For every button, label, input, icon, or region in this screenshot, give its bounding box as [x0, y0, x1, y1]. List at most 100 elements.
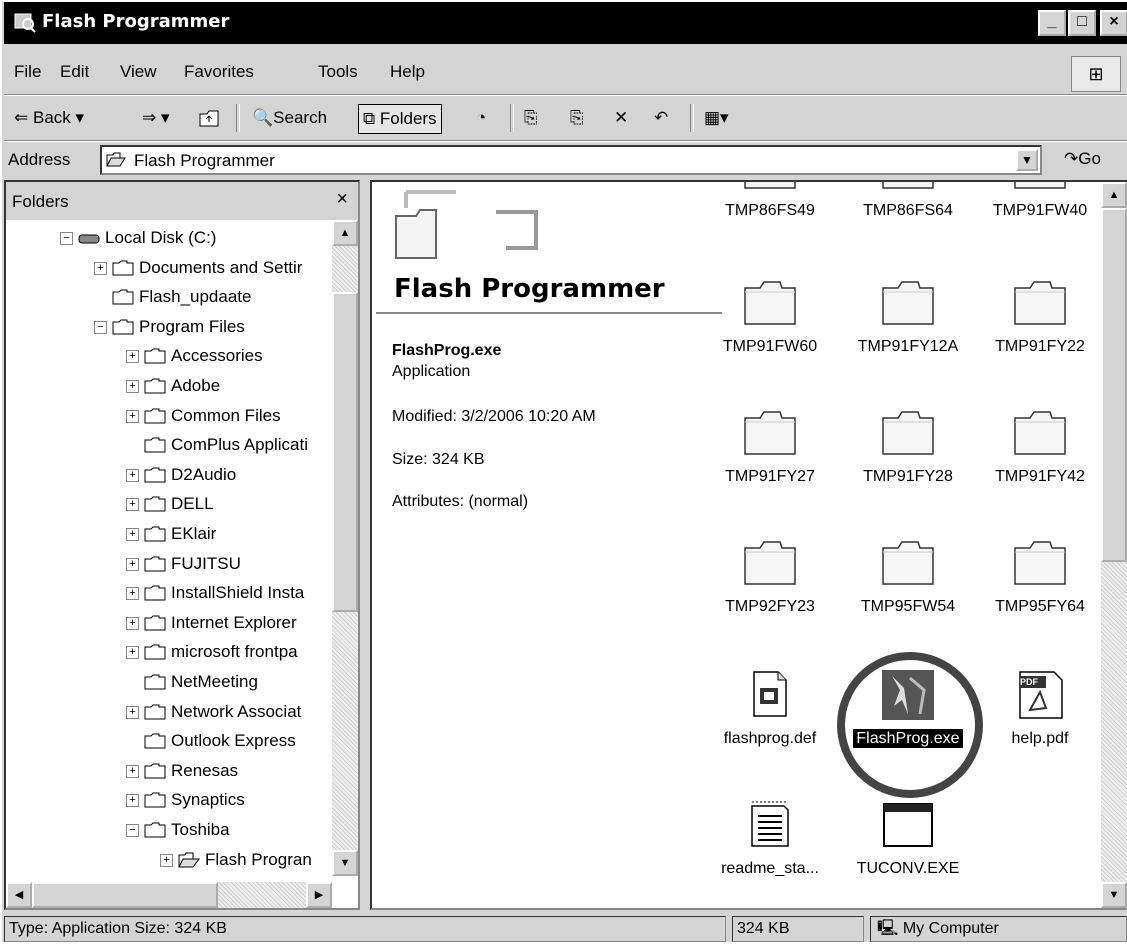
tree-item[interactable]: + Internet Explorer — [126, 609, 297, 637]
file-item[interactable]: TMP95FY64 — [978, 538, 1102, 616]
expand-icon[interactable]: + — [126, 587, 139, 601]
copy-to-button[interactable]: ⎘ — [570, 104, 584, 132]
tree-item[interactable]: + microsoft frontpa — [126, 638, 298, 666]
expand-icon[interactable]: + — [160, 853, 173, 867]
address-dropdown-icon[interactable]: ▼ — [1016, 149, 1038, 171]
file-item[interactable]: help.pdf PDF — [978, 670, 1102, 748]
file-item[interactable]: TMP91FY42 — [978, 408, 1102, 486]
views-button[interactable]: ▦▾ — [704, 104, 729, 132]
tree-item[interactable]: Outlook Express — [126, 727, 296, 755]
file-item[interactable]: TMP91FY22 — [978, 278, 1102, 356]
file-item[interactable]: TMP91FY12A — [846, 278, 970, 356]
file-item[interactable]: TMP86FS64 — [846, 182, 970, 220]
file-item[interactable]: TMP91FY27 — [708, 408, 832, 486]
expand-icon[interactable]: + — [126, 528, 139, 542]
undo-button[interactable]: ↶ — [654, 104, 668, 132]
folders-vertical-scrollbar[interactable]: ▲ ▼ — [332, 220, 358, 876]
address-value: Flash Programmer — [134, 151, 275, 170]
info-modified: Modified: 3/2/2006 10:20 AM — [392, 408, 596, 425]
collapse-icon[interactable]: − — [60, 232, 73, 246]
menu-favorites[interactable]: Favorites — [184, 62, 254, 82]
expand-icon[interactable]: + — [126, 794, 139, 808]
tree-item[interactable]: + Adobe — [126, 372, 220, 400]
address-field[interactable]: Flash Programmer ▼ — [100, 145, 1042, 175]
menu-edit[interactable]: Edit — [60, 62, 89, 82]
file-item[interactable]: TMP86FS49 — [708, 182, 832, 220]
pdf-badge: PDF — [1020, 677, 1038, 687]
menu-tools[interactable]: Tools — [318, 62, 358, 82]
expand-icon[interactable]: + — [126, 557, 139, 571]
folders-close-icon[interactable]: × — [336, 188, 348, 211]
collapse-icon[interactable]: − — [126, 824, 139, 838]
menu-help[interactable]: Help — [390, 62, 425, 82]
tree-item[interactable]: − Program Files — [94, 313, 245, 341]
file-item[interactable]: TMP91FW40 — [978, 182, 1102, 220]
search-button[interactable]: 🔍Search — [252, 104, 327, 132]
scroll-up-icon[interactable]: ▲ — [1101, 182, 1127, 208]
tree-item[interactable]: + DELL — [126, 490, 214, 518]
file-item[interactable]: TMP92FY23 — [708, 538, 832, 616]
delete-button[interactable]: ✕ — [614, 104, 628, 132]
maximize-button[interactable]: □ — [1068, 10, 1096, 36]
scroll-left-icon[interactable]: ◀ — [6, 882, 32, 908]
tree-item[interactable]: + Accessories — [126, 342, 263, 370]
file-item[interactable]: TMP91FW60 — [708, 278, 832, 356]
file-item[interactable]: TUCONV.EXE — [846, 800, 970, 878]
file-item[interactable]: readme_sta... — [708, 800, 832, 878]
collapse-icon[interactable]: − — [94, 320, 107, 334]
expand-icon[interactable]: + — [126, 764, 139, 778]
tree-item[interactable]: + D2Audio — [126, 461, 236, 489]
tree-item[interactable]: ComPlus Applicati — [126, 431, 308, 459]
tree-item[interactable]: NetMeeting — [126, 668, 258, 696]
tree-item[interactable]: + EKlair — [126, 520, 216, 548]
close-button[interactable]: × — [1100, 10, 1127, 36]
expand-icon[interactable]: + — [126, 705, 139, 719]
folder-icon — [144, 644, 166, 660]
folders-horizontal-scrollbar[interactable]: ◀ ▶ — [6, 882, 332, 908]
expand-icon[interactable]: + — [126, 409, 139, 423]
tree-item[interactable]: + Network Associat — [126, 698, 301, 726]
file-item[interactable]: TMP91FY28 — [846, 408, 970, 486]
tree-item[interactable]: + InstallShield Insta — [126, 579, 304, 607]
tree-item[interactable]: − Local Disk (C:) — [60, 224, 216, 252]
tree-item[interactable]: + FUJITSU — [126, 550, 241, 578]
expand-icon[interactable]: + — [126, 468, 139, 482]
folders-button[interactable]: ⧉ Folders — [358, 104, 442, 134]
tree-item[interactable]: − Toshiba — [126, 816, 230, 844]
status-bar: Type: Application Size: 324 KB 324 KB 🖳 … — [2, 914, 1127, 944]
up-folder-button[interactable] — [198, 104, 224, 132]
expand-icon[interactable]: + — [126, 380, 139, 394]
back-dropdown-icon[interactable]: ▾ — [76, 108, 85, 127]
go-button[interactable]: ↷Go — [1064, 149, 1101, 169]
content-vertical-scrollbar[interactable]: ▲ ▼ — [1101, 182, 1127, 908]
hscroll-thumb[interactable] — [32, 882, 218, 908]
back-button[interactable]: ⇐ Back ▾ — [14, 104, 84, 132]
expand-icon[interactable]: + — [126, 498, 139, 512]
title-bar[interactable]: Flash Programmer _ □ × — [4, 2, 1127, 44]
minimize-button[interactable]: _ — [1038, 10, 1066, 36]
tree-item[interactable]: + Flash Progran — [160, 846, 312, 874]
scroll-down-icon[interactable]: ▼ — [1101, 882, 1127, 908]
move-to-button[interactable]: ⎘ — [524, 104, 538, 132]
file-item[interactable]: TMP95FW54 — [846, 538, 970, 616]
expand-icon[interactable]: + — [126, 350, 139, 364]
tree-item[interactable]: Flash_updaate — [94, 283, 251, 311]
expand-icon[interactable]: + — [94, 261, 107, 275]
folder-icon — [1014, 182, 1066, 189]
expand-icon[interactable]: + — [126, 646, 139, 660]
history-button[interactable]: ◔ — [476, 104, 486, 132]
scroll-down-icon[interactable]: ▼ — [332, 850, 358, 876]
menu-file[interactable]: File — [14, 62, 41, 82]
tree-item[interactable]: + Documents and Settir — [94, 254, 302, 282]
scroll-right-icon[interactable]: ▶ — [306, 882, 332, 908]
scroll-thumb[interactable] — [1101, 208, 1127, 562]
scroll-up-icon[interactable]: ▲ — [332, 220, 358, 246]
tree-item[interactable]: + Renesas — [126, 757, 238, 785]
tree-item[interactable]: + Synaptics — [126, 786, 245, 814]
menu-view[interactable]: View — [120, 62, 157, 82]
forward-button[interactable]: ⇒ ▾ — [142, 104, 170, 132]
scroll-thumb[interactable] — [332, 292, 358, 612]
file-item[interactable]: flashprog.def — [708, 670, 832, 748]
expand-icon[interactable]: + — [126, 616, 139, 630]
tree-item[interactable]: + Common Files — [126, 402, 281, 430]
